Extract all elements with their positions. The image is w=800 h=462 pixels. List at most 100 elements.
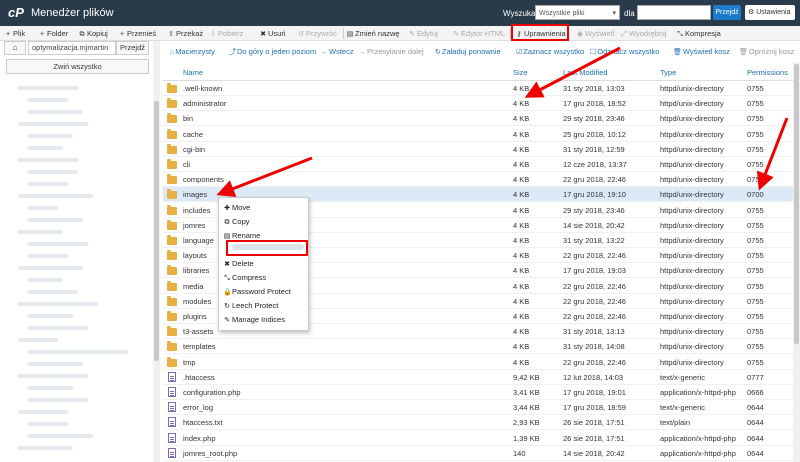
table-row[interactable]: administrator 4 KB 17 gru 2018, 18:52 httpd… bbox=[163, 96, 793, 112]
new-folder-button[interactable]: + Folder bbox=[38, 27, 68, 40]
tree-item-blurred[interactable] bbox=[28, 242, 88, 246]
table-row[interactable]: cli 4 KB 12 cze 2018, 13:37 httpd/unix-dire… bbox=[163, 157, 793, 172]
tree-item-blurred[interactable] bbox=[28, 290, 78, 294]
tree-item-blurred[interactable] bbox=[28, 326, 88, 330]
download-button[interactable]: ⇩ Pobierz bbox=[209, 27, 243, 40]
tree-item-blurred[interactable] bbox=[28, 254, 68, 258]
column-name[interactable]: Name bbox=[183, 68, 203, 77]
column-size[interactable]: Size bbox=[513, 68, 528, 77]
tree-item-blurred[interactable] bbox=[18, 302, 98, 306]
tree-item-blurred[interactable] bbox=[28, 434, 93, 438]
view-button[interactable]: ◉ Wyświetl bbox=[576, 27, 615, 40]
table-row[interactable]: .htaccess 9,42 KB 12 lut 2018, 14:03 text/x… bbox=[163, 370, 793, 385]
restore-button[interactable]: ↺ Przywróć bbox=[297, 27, 337, 40]
table-row[interactable]: tmp 4 KB 22 gru 2018, 22:46 httpd/unix-dire… bbox=[163, 355, 793, 370]
ctx-leech-protect[interactable]: ↻ Leech Protect bbox=[223, 299, 278, 312]
home-dir-button[interactable]: ⌂Macierzysty bbox=[170, 44, 215, 60]
rename-button[interactable]: ▤ Zmień nazwę bbox=[346, 27, 400, 40]
tree-item-blurred[interactable] bbox=[28, 278, 63, 282]
extract-button[interactable]: ⤢ Wyodrębnij bbox=[620, 27, 666, 40]
context-menu: ✚ Move ⧉ Copy ▤ Rename ✖ Delete ⤡ Compress 🔒P… bbox=[218, 197, 309, 331]
cell-size: 4 KB bbox=[513, 190, 530, 200]
table-row[interactable]: components 4 KB 22 gru 2018, 22:46 httpd/un… bbox=[163, 172, 793, 188]
tree-item-blurred[interactable] bbox=[28, 350, 128, 354]
new-file-button[interactable]: + Plik bbox=[4, 27, 25, 40]
view-trash-button[interactable]: 🗑Wyświetl kosz bbox=[673, 44, 730, 60]
back-button[interactable]: ←Wstecz bbox=[321, 44, 354, 60]
file-list-scrollbar[interactable] bbox=[793, 62, 800, 462]
tree-item-blurred[interactable] bbox=[18, 86, 78, 90]
ctx-manage-indices[interactable]: ✎ Manage Indices bbox=[223, 313, 285, 326]
edit-button[interactable]: ✎ Edytuj bbox=[408, 27, 438, 40]
up-level-button[interactable]: ⤴Do góry o jeden poziom bbox=[229, 44, 316, 60]
table-row[interactable]: htaccess.txt 2,93 KB 26 sie 2018, 17:51 tex… bbox=[163, 415, 793, 431]
ctx-password-protect[interactable]: 🔒Password Protect bbox=[223, 285, 291, 298]
tree-item-blurred[interactable] bbox=[28, 422, 68, 426]
tree-item-blurred[interactable] bbox=[28, 134, 73, 138]
upload-button[interactable]: ⇧ Przekaż bbox=[167, 27, 203, 40]
tree-item-blurred[interactable] bbox=[18, 122, 88, 126]
settings-button[interactable]: ⚙ Ustawienia bbox=[745, 5, 795, 20]
tree-item-blurred[interactable] bbox=[18, 266, 83, 270]
table-row[interactable]: index.php 1,39 KB 26 sie 2018, 17:51 applic… bbox=[163, 431, 793, 446]
tree-item-blurred[interactable] bbox=[18, 446, 73, 450]
column-modified[interactable]: Last Modified bbox=[563, 68, 608, 77]
tree-item-blurred[interactable] bbox=[28, 314, 73, 318]
collapse-all-button[interactable]: Zwiń wszystko bbox=[6, 59, 149, 74]
ctx-copy[interactable]: ⧉ Copy bbox=[223, 215, 250, 228]
ctx-delete[interactable]: ✖ Delete bbox=[223, 257, 254, 270]
tree-item-blurred[interactable] bbox=[28, 170, 78, 174]
tree-item-blurred[interactable] bbox=[28, 206, 58, 210]
search-go-button[interactable]: Przejdź bbox=[713, 5, 741, 20]
ctx-compress[interactable]: ⤡ Compress bbox=[223, 271, 266, 284]
tree-item-blurred[interactable] bbox=[28, 146, 63, 150]
cpanel-logo[interactable]: cP bbox=[8, 5, 26, 21]
home-button[interactable]: ⌂ bbox=[4, 41, 26, 55]
table-row[interactable]: .well-known 4 KB 31 sty 2018, 13:03 httpd/u… bbox=[163, 81, 793, 96]
move-button[interactable]: + Przenieś bbox=[118, 27, 156, 40]
unselect-all-button[interactable]: ☐Odznacz wszystko bbox=[590, 44, 659, 60]
tree-scrollbar[interactable] bbox=[153, 41, 160, 462]
compress-button[interactable]: ⤡ Kompresja bbox=[676, 27, 721, 40]
path-input[interactable]: optymalizacja.mjmartin bbox=[28, 41, 116, 55]
delete-button[interactable]: ✖ Usuń bbox=[259, 27, 285, 40]
column-permissions[interactable]: Permissions bbox=[747, 68, 788, 77]
tree-item-blurred[interactable] bbox=[18, 158, 78, 162]
tree-scrollbar-thumb[interactable] bbox=[154, 101, 159, 361]
tree-item-blurred[interactable] bbox=[18, 230, 63, 234]
path-go-button[interactable]: Przejdź bbox=[116, 41, 149, 55]
tree-item-blurred[interactable] bbox=[28, 98, 68, 102]
ctx-move[interactable]: ✚ Move bbox=[223, 201, 250, 214]
cell-type: httpd/unix-directory bbox=[660, 236, 724, 245]
table-row[interactable]: cache 4 KB 25 gru 2018, 10:12 httpd/unix-di… bbox=[163, 127, 793, 142]
tree-item-blurred[interactable] bbox=[18, 338, 58, 342]
forward-button[interactable]: →Przesyłanie dalej bbox=[359, 44, 424, 60]
empty-trash-button[interactable]: 🗑Opróżnij kosz bbox=[739, 44, 794, 60]
tree-item-blurred[interactable] bbox=[28, 110, 83, 114]
table-row[interactable]: configuration.php 3,41 KB 17 gru 2018, 19:… bbox=[163, 385, 793, 400]
html-editor-button[interactable]: ✎ Edytor HTML bbox=[452, 27, 505, 40]
file-list-scrollbar-thumb[interactable] bbox=[794, 64, 799, 344]
tree-item-blurred[interactable] bbox=[18, 410, 68, 414]
tree-item-blurred[interactable] bbox=[28, 386, 73, 390]
top-bar: cP Menedżer plików Wyszukaj Wszystkie pl… bbox=[0, 0, 800, 26]
search-input[interactable] bbox=[637, 5, 711, 20]
reload-button[interactable]: ↻Załaduj ponownie bbox=[435, 44, 501, 60]
select-all-button[interactable]: ☑Zaznacz wszystko bbox=[516, 44, 584, 60]
pencil-icon: ✎ bbox=[409, 31, 415, 38]
table-row[interactable]: error_log 3,44 KB 17 gru 2018, 18:59 text/x… bbox=[163, 400, 793, 416]
copy-button[interactable]: ⧉ Kopiuj bbox=[78, 27, 108, 40]
tree-item-blurred[interactable] bbox=[28, 362, 83, 366]
table-row[interactable]: bin 4 KB 29 sty 2018, 23:46 httpd/unix-dire… bbox=[163, 111, 793, 127]
eye-icon: ◉ bbox=[576, 31, 584, 38]
table-row[interactable]: jomres_root.php 140 14 sie 2018, 20:42 appl… bbox=[163, 446, 793, 461]
search-scope-select[interactable]: Wszystkie pliki ▾ bbox=[535, 5, 620, 20]
tree-item-blurred[interactable] bbox=[28, 398, 88, 402]
column-type[interactable]: Type bbox=[660, 68, 676, 77]
tree-item-blurred[interactable] bbox=[18, 194, 93, 198]
tree-item-blurred[interactable] bbox=[28, 182, 68, 186]
table-row[interactable]: templates 4 KB 31 sty 2018, 14:08 httpd/uni… bbox=[163, 339, 793, 355]
table-row[interactable]: cgi-bin 4 KB 31 sty 2018, 12:59 httpd/unix-… bbox=[163, 142, 793, 157]
tree-item-blurred[interactable] bbox=[18, 374, 88, 378]
tree-item-blurred[interactable] bbox=[28, 218, 83, 222]
